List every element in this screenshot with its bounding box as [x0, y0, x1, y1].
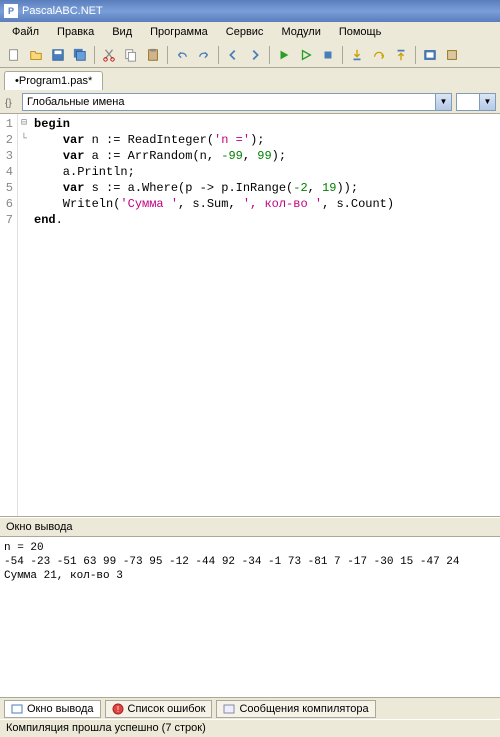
app-icon: P [4, 4, 18, 18]
menubar: Файл Правка Вид Программа Сервис Модули … [0, 22, 500, 42]
menu-edit[interactable]: Правка [49, 24, 102, 40]
run-no-debug-icon[interactable] [296, 45, 316, 65]
output-area[interactable]: n = 20 -54 -23 -51 63 99 -73 95 -12 -44 … [0, 537, 500, 697]
file-tab[interactable]: •Program1.pas* [4, 71, 103, 90]
title-text: PascalABC.NET [22, 5, 103, 17]
cut-icon[interactable] [99, 45, 119, 65]
fold-toggle-icon[interactable]: ⊟ [18, 116, 30, 132]
redo-icon[interactable] [194, 45, 214, 65]
step-into-icon[interactable] [347, 45, 367, 65]
build-icon[interactable] [442, 45, 462, 65]
line-gutter: 1 2 3 4 5 6 7 [0, 114, 18, 516]
dropdown-arrow-icon[interactable]: ▼ [435, 94, 451, 110]
output-header: Окно вывода [0, 517, 500, 537]
separator [218, 46, 219, 64]
run-icon[interactable] [274, 45, 294, 65]
menu-program[interactable]: Программа [142, 24, 216, 40]
tab-output[interactable]: Окно вывода [4, 700, 101, 718]
svg-text:!: ! [116, 705, 118, 714]
fold-gutter: ⊟ └ [18, 114, 30, 516]
menu-help[interactable]: Помощь [331, 24, 390, 40]
save-all-icon[interactable] [70, 45, 90, 65]
menu-service[interactable]: Сервис [218, 24, 272, 40]
scope-combo-text: Глобальные имена [27, 96, 125, 108]
separator [342, 46, 343, 64]
separator [415, 46, 416, 64]
menu-modules[interactable]: Модули [273, 24, 328, 40]
menu-file[interactable]: Файл [4, 24, 47, 40]
code-area[interactable]: begin var n := ReadInteger('n ='); var a… [30, 114, 500, 516]
editor[interactable]: 1 2 3 4 5 6 7 ⊟ └ begin var n := ReadInt… [0, 114, 500, 517]
dropdown-arrow-icon[interactable]: ▼ [479, 94, 495, 110]
output-tab-icon [11, 703, 23, 715]
toolbar [0, 42, 500, 68]
scope-icon: {} [4, 95, 18, 109]
compiler-tab-icon [223, 703, 235, 715]
tabbar: •Program1.pas* [0, 68, 500, 90]
tab-errors[interactable]: ! Список ошибок [105, 700, 213, 718]
scope-combo[interactable]: Глобальные имена ▼ [22, 93, 452, 111]
member-combo[interactable]: ▼ [456, 93, 496, 111]
tab-compiler[interactable]: Сообщения компилятора [216, 700, 375, 718]
bottom-tabbar: Окно вывода ! Список ошибок Сообщения ко… [0, 697, 500, 719]
paste-icon[interactable] [143, 45, 163, 65]
open-file-icon[interactable] [26, 45, 46, 65]
svg-text:{}: {} [5, 98, 12, 108]
menu-view[interactable]: Вид [104, 24, 140, 40]
new-file-icon[interactable] [4, 45, 24, 65]
titlebar: P PascalABC.NET [0, 0, 500, 22]
tab-errors-label: Список ошибок [128, 703, 206, 715]
tab-output-label: Окно вывода [27, 703, 94, 715]
tab-compiler-label: Сообщения компилятора [239, 703, 368, 715]
step-over-icon[interactable] [369, 45, 389, 65]
separator [94, 46, 95, 64]
scope-bar: {} Глобальные имена ▼ ▼ [0, 90, 500, 114]
nav-fwd-icon[interactable] [245, 45, 265, 65]
step-out-icon[interactable] [391, 45, 411, 65]
separator [269, 46, 270, 64]
statusbar: Компиляция прошла успешно (7 строк) [0, 719, 500, 737]
compile-icon[interactable] [420, 45, 440, 65]
undo-icon[interactable] [172, 45, 192, 65]
copy-icon[interactable] [121, 45, 141, 65]
nav-back-icon[interactable] [223, 45, 243, 65]
errors-tab-icon: ! [112, 703, 124, 715]
separator [167, 46, 168, 64]
stop-icon[interactable] [318, 45, 338, 65]
save-icon[interactable] [48, 45, 68, 65]
